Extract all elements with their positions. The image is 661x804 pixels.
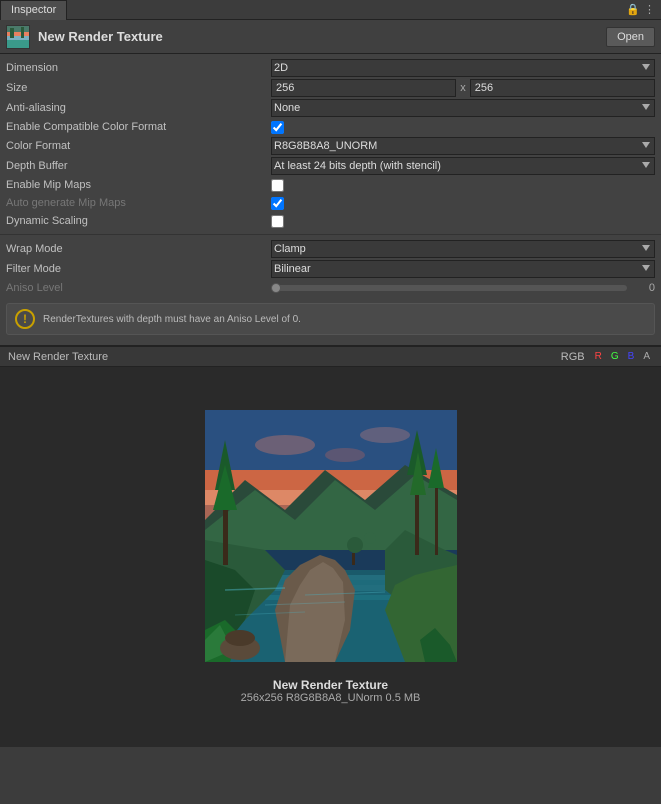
lock-icon[interactable]: 🔒: [626, 3, 640, 16]
enable-mip-maps-label: Enable Mip Maps: [6, 179, 271, 191]
wrap-mode-value: Clamp: [271, 240, 655, 258]
channel-label: RGB: [561, 351, 585, 363]
inspector-tab[interactable]: Inspector: [0, 0, 67, 20]
wrap-mode-row: Wrap Mode Clamp: [0, 239, 661, 259]
preview-info: New Render Texture 256x256 R8G8B8A8_UNor…: [241, 678, 421, 704]
antialiasing-value: None: [271, 99, 655, 117]
inspector-header: New Render Texture Open: [0, 20, 661, 54]
channel-g-button[interactable]: G: [608, 350, 622, 363]
inspector-tab-label: Inspector: [11, 4, 56, 16]
channel-b-button[interactable]: B: [625, 350, 638, 363]
preview-info-details: 256x256 R8G8B8A8_UNorm 0.5 MB: [241, 692, 421, 704]
enable-compatible-color-format-row: Enable Compatible Color Format: [0, 118, 661, 136]
antialiasing-label: Anti-aliasing: [6, 102, 271, 114]
aniso-level-row: Aniso Level 0: [0, 279, 661, 297]
channel-a-button[interactable]: A: [640, 350, 653, 363]
enable-mip-maps-row: Enable Mip Maps: [0, 176, 661, 194]
dimension-label: Dimension: [6, 62, 271, 74]
dimension-row: Dimension 2D: [0, 58, 661, 78]
aniso-slider-thumb: [271, 283, 281, 293]
preview-area: New Render Texture 256x256 R8G8B8A8_UNor…: [0, 367, 661, 747]
size-separator: x: [460, 82, 466, 94]
warning-text: RenderTextures with depth must have an A…: [43, 314, 301, 325]
wrap-mode-label: Wrap Mode: [6, 243, 271, 255]
dimension-value: 2D: [271, 59, 655, 77]
size-width-input[interactable]: [271, 79, 456, 97]
dimension-select[interactable]: 2D: [271, 59, 655, 77]
channel-r-button[interactable]: R: [592, 350, 605, 363]
aniso-level-label: Aniso Level: [6, 282, 271, 294]
auto-generate-mip-maps-value: [271, 197, 655, 210]
enable-mip-maps-value: [271, 179, 655, 192]
auto-generate-mip-maps-row: Auto generate Mip Maps: [0, 194, 661, 212]
color-format-value: R8G8B8A8_UNORM: [271, 137, 655, 155]
size-value: x: [271, 79, 655, 97]
divider-1: [0, 234, 661, 235]
aniso-slider[interactable]: [271, 285, 627, 291]
filter-mode-select[interactable]: Bilinear: [271, 260, 655, 278]
more-icon[interactable]: ⋮: [644, 3, 655, 16]
auto-generate-mip-maps-label: Auto generate Mip Maps: [6, 197, 271, 209]
enable-compatible-color-format-checkbox[interactable]: [271, 121, 284, 134]
dynamic-scaling-row: Dynamic Scaling: [0, 212, 661, 230]
texture-preview: [205, 410, 457, 662]
filter-mode-row: Filter Mode Bilinear: [0, 259, 661, 279]
color-format-select[interactable]: R8G8B8A8_UNORM: [271, 137, 655, 155]
size-label: Size: [6, 82, 271, 94]
enable-compatible-color-format-label: Enable Compatible Color Format: [6, 121, 271, 133]
size-height-input[interactable]: [470, 79, 655, 97]
dynamic-scaling-value: [271, 215, 655, 228]
open-button[interactable]: Open: [606, 27, 655, 47]
wrap-mode-select[interactable]: Clamp: [271, 240, 655, 258]
color-format-row: Color Format R8G8B8A8_UNORM: [0, 136, 661, 156]
auto-generate-mip-maps-checkbox[interactable]: [271, 197, 284, 210]
texture-svg: [205, 410, 457, 662]
warning-box: ! RenderTextures with depth must have an…: [6, 303, 655, 335]
enable-mip-maps-checkbox[interactable]: [271, 179, 284, 192]
preview-title: New Render Texture: [8, 351, 561, 363]
asset-icon: [6, 25, 30, 49]
depth-buffer-label: Depth Buffer: [6, 160, 271, 172]
dynamic-scaling-label: Dynamic Scaling: [6, 215, 271, 227]
depth-buffer-value: At least 24 bits depth (with stencil): [271, 157, 655, 175]
asset-title: New Render Texture: [38, 29, 606, 44]
preview-channels: RGB R G B A: [561, 350, 653, 363]
warning-icon: !: [15, 309, 35, 329]
filter-mode-label: Filter Mode: [6, 263, 271, 275]
aniso-level-value: 0: [271, 282, 655, 294]
tab-icons: 🔒 ⋮: [626, 3, 661, 16]
dynamic-scaling-checkbox[interactable]: [271, 215, 284, 228]
inspector-body: Dimension 2D Size x Anti-aliasing None E…: [0, 54, 661, 345]
preview-info-name: New Render Texture: [241, 678, 421, 692]
depth-buffer-select[interactable]: At least 24 bits depth (with stencil): [271, 157, 655, 175]
aniso-value-text: 0: [635, 282, 655, 294]
filter-mode-value: Bilinear: [271, 260, 655, 278]
antialiasing-select[interactable]: None: [271, 99, 655, 117]
enable-compatible-color-format-value: [271, 121, 655, 134]
color-format-label: Color Format: [6, 140, 271, 152]
preview-header: New Render Texture RGB R G B A: [0, 345, 661, 367]
size-row: Size x: [0, 78, 661, 98]
depth-buffer-row: Depth Buffer At least 24 bits depth (wit…: [0, 156, 661, 176]
tab-bar: Inspector 🔒 ⋮: [0, 0, 661, 20]
antialiasing-row: Anti-aliasing None: [0, 98, 661, 118]
